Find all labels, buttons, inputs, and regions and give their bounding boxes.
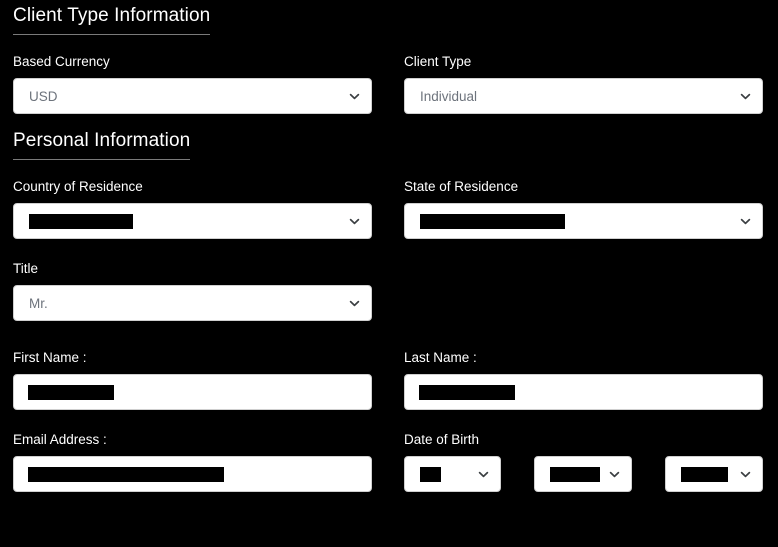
chevron-down-icon: [740, 91, 751, 102]
row-first-last-name: First Name : Last Name :: [13, 350, 765, 410]
label-title: Title: [13, 261, 39, 276]
chevron-down-icon: [349, 91, 360, 102]
chevron-down-icon: [478, 469, 489, 480]
field-state-of-residence: State of Residence: [404, 179, 763, 239]
redaction-bar-birth-day: [420, 466, 441, 482]
chevron-down-icon: [349, 298, 360, 309]
chevron-down-icon: [740, 469, 751, 480]
date-of-birth-group: [404, 456, 764, 492]
label-last-name: Last Name :: [404, 350, 477, 365]
input-first-name[interactable]: [13, 374, 372, 410]
redaction-bar-birth-month: [550, 466, 601, 482]
select-state-of-residence[interactable]: [404, 203, 763, 239]
label-email-address: Email Address :: [13, 432, 107, 447]
chevron-down-icon: [349, 216, 360, 227]
row-currency-clienttype: Based Currency USD Client Type Individua…: [13, 54, 765, 114]
select-client-type-value: Individual: [420, 88, 478, 104]
field-country-of-residence: Country of Residence: [13, 179, 372, 239]
label-country-of-residence: Country of Residence: [13, 179, 143, 194]
row-title: Title Mr.: [13, 261, 765, 321]
redaction-bar-state-of-residence: [420, 213, 565, 229]
select-birth-day[interactable]: [404, 456, 502, 492]
select-client-type[interactable]: Individual: [404, 78, 763, 114]
label-first-name: First Name :: [13, 350, 87, 365]
field-first-name: First Name :: [13, 350, 372, 410]
section-heading-personal-information: Personal Information: [13, 130, 191, 160]
redaction-bar-birth-year: [680, 466, 728, 482]
field-based-currency: Based Currency USD: [13, 54, 372, 114]
chevron-down-icon: [609, 469, 620, 480]
field-email-address: Email Address :: [13, 432, 372, 492]
select-title-value: Mr.: [29, 295, 48, 311]
select-country-of-residence[interactable]: [13, 203, 372, 239]
select-based-currency[interactable]: USD: [13, 78, 372, 114]
input-last-name[interactable]: [404, 374, 763, 410]
client-registration-form: Client Type Information Based Currency U…: [0, 0, 778, 547]
label-date-of-birth: Date of Birth: [404, 432, 480, 447]
redaction-bar-first-name: [28, 384, 114, 400]
field-date-of-birth: Date of Birth: [404, 432, 764, 492]
field-title: Title Mr.: [13, 261, 372, 321]
label-state-of-residence: State of Residence: [404, 179, 519, 194]
row-email-dob: Email Address : Date of Birth: [13, 432, 765, 492]
section-heading-client-type-information: Client Type Information: [13, 5, 211, 35]
label-based-currency: Based Currency: [13, 54, 110, 69]
redaction-bar-last-name: [419, 384, 515, 400]
field-client-type: Client Type Individual: [404, 54, 763, 114]
redaction-bar-email-address: [28, 466, 224, 482]
select-birth-year[interactable]: [664, 456, 764, 492]
select-title[interactable]: Mr.: [13, 285, 372, 321]
input-email-address[interactable]: [13, 456, 372, 492]
chevron-down-icon: [740, 216, 751, 227]
client-type-information-section-header: Client Type Information: [13, 0, 765, 35]
redaction-bar-country-of-residence: [29, 213, 133, 229]
select-based-currency-value: USD: [29, 88, 58, 104]
row-country-state: Country of Residence State of Residence: [13, 179, 765, 239]
label-client-type: Client Type: [404, 54, 472, 69]
field-last-name: Last Name :: [404, 350, 763, 410]
personal-information-section-header: Personal Information: [13, 114, 765, 160]
select-birth-month[interactable]: [534, 456, 632, 492]
